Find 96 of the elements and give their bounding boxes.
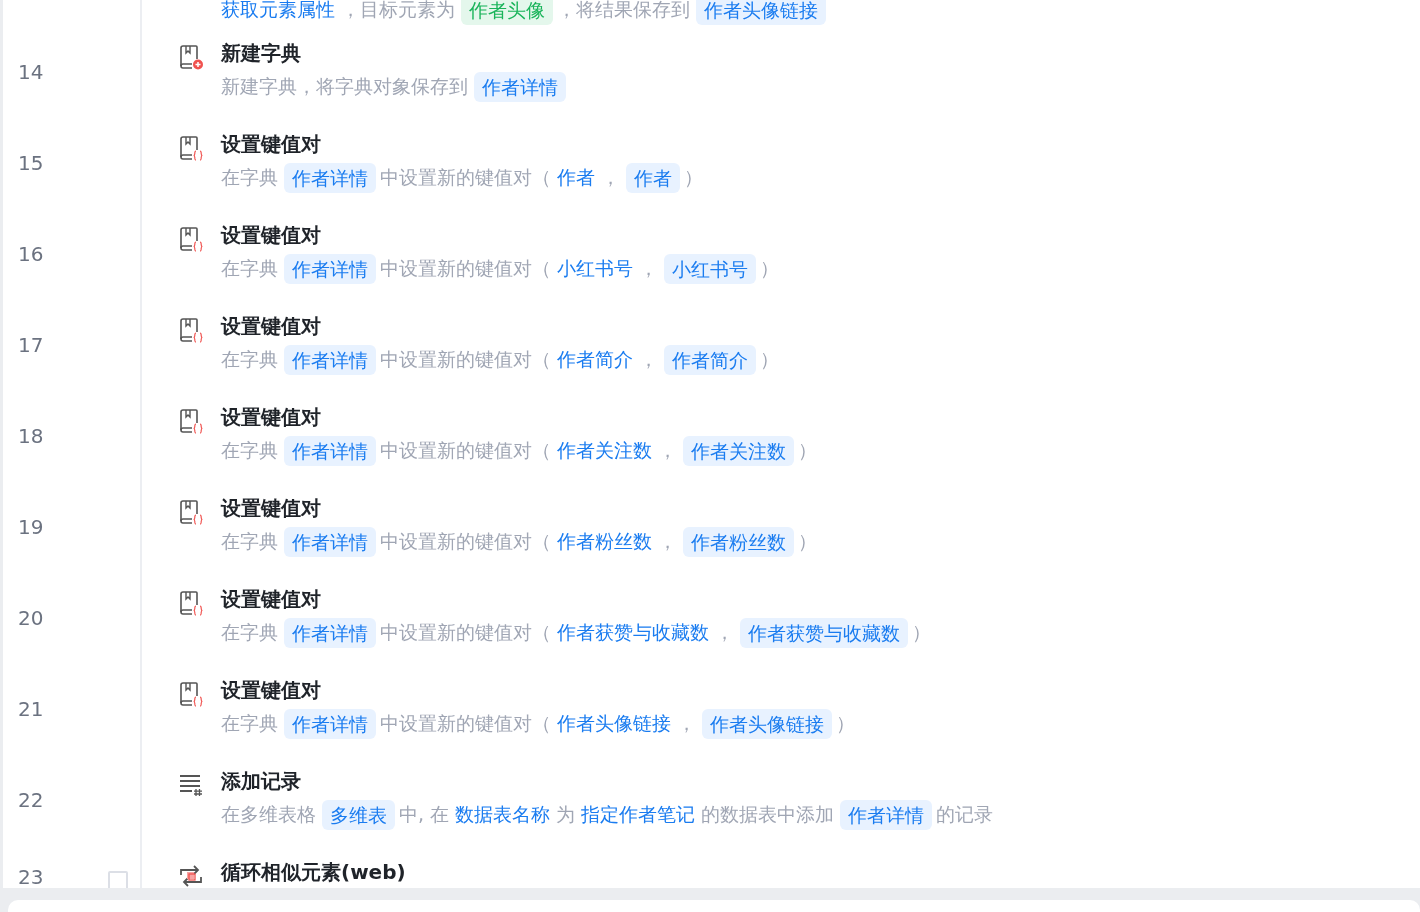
description-text: 中, 在	[399, 802, 450, 827]
step-title: 新建字典	[221, 40, 302, 66]
variable-tag: 作者头像	[461, 0, 553, 25]
variable-tag: 作者简介	[664, 345, 756, 375]
description-text: ，目标元素为	[341, 0, 455, 22]
description-text: 中设置新的键值对（	[380, 256, 551, 281]
description-text: 中设置新的键值对（	[380, 165, 551, 190]
description-text: ）	[798, 529, 817, 554]
description-text: ，	[658, 529, 677, 554]
description-text: 中设置新的键值对（	[380, 529, 551, 554]
value-text: 指定作者笔记	[581, 802, 696, 827]
variable-tag: 作者详情	[284, 527, 376, 557]
description-text: 在字典	[221, 711, 278, 736]
step-title: 设置键值对	[221, 222, 322, 248]
step-title: 设置键值对	[221, 313, 322, 339]
loop-icon	[178, 863, 204, 888]
variable-tag: 作者详情	[840, 800, 933, 830]
checkbox[interactable]	[108, 871, 128, 888]
value-text: 作者简介	[557, 347, 633, 372]
description-text: ）	[836, 711, 855, 736]
book-braces-icon	[178, 317, 204, 343]
description-text: ）	[760, 347, 779, 372]
description-text: 为	[556, 802, 576, 827]
variable-tag: 作者关注数	[683, 436, 794, 466]
step-title: 设置键值对	[221, 404, 322, 430]
description-text: ）	[760, 256, 779, 281]
value-text: 小红书号	[557, 256, 633, 281]
value-text: 作者关注数	[557, 438, 652, 463]
value-text: 作者粉丝数	[557, 529, 652, 554]
line-number: 22	[17, 790, 44, 810]
variable-tag: 作者详情	[284, 163, 376, 193]
book-braces-icon	[178, 590, 204, 616]
description-text: 中设置新的键值对（	[380, 438, 551, 463]
step-title: 添加记录	[221, 768, 302, 794]
description-text: 在字典	[221, 529, 278, 554]
description-text: ，	[639, 256, 658, 281]
value-text: 获取元素属性	[221, 0, 335, 22]
value-text: 作者获赞与收藏数	[557, 620, 709, 645]
description-text: ，	[639, 347, 658, 372]
description-text: 在字典	[221, 165, 278, 190]
book-braces-icon	[178, 499, 204, 525]
variable-tag: 多维表	[322, 800, 395, 830]
step-title: 循环相似元素(web)	[221, 859, 406, 885]
book-braces-icon	[178, 135, 204, 161]
description-text: 中设置新的键值对（	[380, 620, 551, 645]
book-braces-icon	[178, 408, 204, 434]
value-text: 作者头像链接	[557, 711, 671, 736]
description-text: 在多维表格	[221, 802, 316, 827]
line-number: 16	[17, 244, 44, 264]
variable-tag: 作者获赞与收藏数	[740, 618, 908, 648]
value-text: 作者	[557, 165, 595, 190]
variable-tag: 作者详情	[284, 254, 376, 284]
variable-tag: 作者头像链接	[696, 0, 826, 25]
description-text: ，	[715, 620, 734, 645]
variable-tag: 作者详情	[284, 709, 376, 739]
step-title: 设置键值对	[221, 495, 322, 521]
line-number: 23	[17, 867, 44, 887]
variable-tag: 作者详情	[284, 436, 376, 466]
step-title: 设置键值对	[221, 131, 322, 157]
description-text: ，将结果保存到	[557, 0, 690, 22]
line-number: 19	[17, 517, 44, 537]
description-text: ，	[677, 711, 696, 736]
description-text: 的数据表中添加	[701, 802, 835, 827]
description-text: 中设置新的键值对（	[380, 347, 551, 372]
description-text: 的记录	[936, 802, 994, 827]
book-plus-icon	[178, 44, 204, 70]
value-text: 数据表名称	[455, 802, 551, 827]
variable-tag: 作者头像链接	[702, 709, 832, 739]
description-text: 新建字典，将字典对象保存到	[221, 74, 468, 99]
line-number: 20	[17, 608, 44, 628]
book-braces-icon	[178, 226, 204, 252]
description-text: 中设置新的键值对（	[380, 711, 551, 736]
description-text: 在字典	[221, 620, 278, 645]
description-text: 在字典	[221, 438, 278, 463]
variable-tag: 作者粉丝数	[683, 527, 794, 557]
description-text: ）	[912, 620, 931, 645]
book-braces-icon	[178, 681, 204, 707]
description-text: ，	[601, 165, 620, 190]
description-text: 在字典	[221, 256, 278, 281]
description-text: 在字典	[221, 347, 278, 372]
line-number: 14	[17, 62, 44, 82]
description-text: ）	[684, 165, 703, 190]
description-text: ）	[798, 438, 817, 463]
list-hash-icon	[178, 772, 204, 798]
variable-tag: 作者详情	[284, 345, 376, 375]
step-title: 设置键值对	[221, 677, 322, 703]
variable-tag: 作者详情	[284, 618, 376, 648]
variable-tag: 作者	[626, 163, 680, 193]
line-number: 17	[17, 335, 44, 355]
line-number: 15	[17, 153, 44, 173]
line-number: 18	[17, 426, 44, 446]
variable-tag: 作者详情	[474, 72, 566, 102]
variable-tag: 小红书号	[664, 254, 756, 284]
step-title: 设置键值对	[221, 586, 322, 612]
description-text: ，	[658, 438, 677, 463]
line-number: 21	[17, 699, 44, 719]
